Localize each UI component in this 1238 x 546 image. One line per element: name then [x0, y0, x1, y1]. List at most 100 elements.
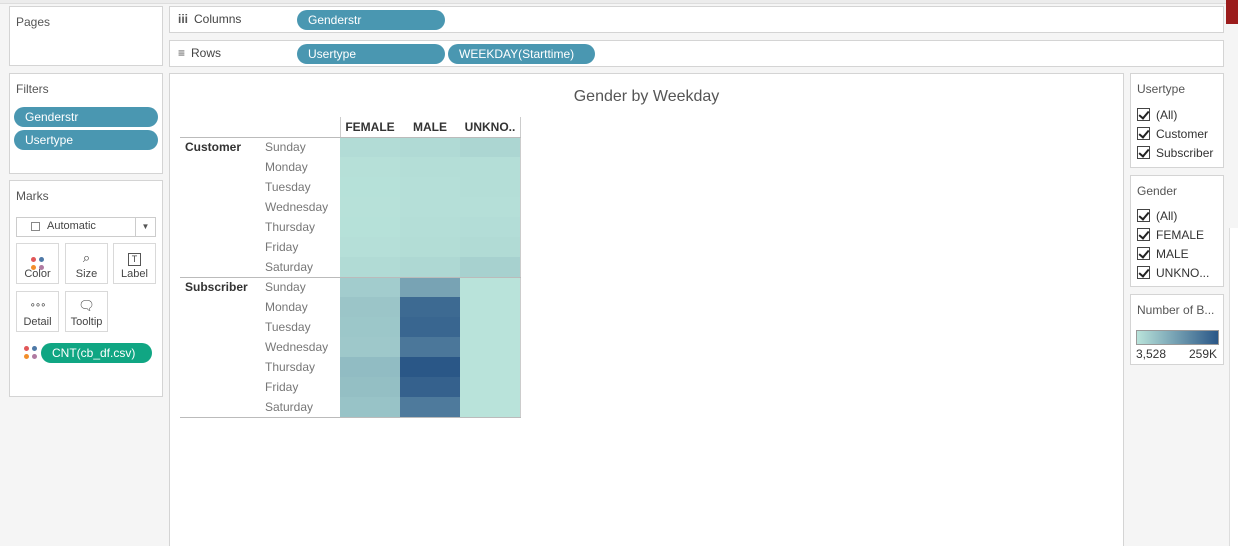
- filter-pill-genderstr[interactable]: Genderstr: [14, 107, 158, 127]
- chevron-down-icon[interactable]: ▼: [135, 218, 155, 236]
- heatmap-cell[interactable]: [400, 257, 460, 277]
- gender-option-all[interactable]: (All): [1137, 209, 1177, 227]
- heatmap-cell[interactable]: [340, 177, 400, 197]
- right-edge-partial-pane: [1229, 228, 1238, 546]
- marks-field-pill[interactable]: CNT(cb_df.csv): [41, 343, 152, 363]
- heatmap-cell[interactable]: [400, 177, 460, 197]
- gender-filter-card[interactable]: Gender (All) FEMALE MALE UNKNO...: [1130, 175, 1224, 287]
- usertype-filter-card[interactable]: Usertype (All) Customer Subscriber: [1130, 73, 1224, 168]
- heatmap-cell[interactable]: [340, 357, 400, 377]
- heatmap-cell[interactable]: [460, 337, 520, 357]
- size-icon: ⌕: [82, 250, 91, 265]
- row-group-customer: Customer: [185, 140, 242, 154]
- row-label-sunday: Sunday: [265, 280, 306, 294]
- heatmap-cell[interactable]: [340, 217, 400, 237]
- heatmap-cell[interactable]: [460, 297, 520, 317]
- heatmap-cell[interactable]: [340, 137, 400, 157]
- heatmap-cell[interactable]: [400, 397, 460, 417]
- heatmap-cell[interactable]: [400, 237, 460, 257]
- label-button-label: Label: [121, 268, 148, 280]
- columns-shelf[interactable]: iii Columns Genderstr: [169, 6, 1224, 33]
- row-label-thursday: Thursday: [265, 360, 316, 374]
- heatmap-cell[interactable]: [460, 197, 520, 217]
- checkbox-checked-icon[interactable]: [1137, 127, 1150, 140]
- mark-type-dropdown[interactable]: Automatic ▼: [16, 217, 156, 237]
- heatmap-cell[interactable]: [340, 237, 400, 257]
- heatmap-cell[interactable]: [400, 157, 460, 177]
- rows-pill-usertype[interactable]: Usertype: [297, 44, 445, 64]
- heatmap-cell[interactable]: [460, 137, 520, 157]
- usertype-option-all[interactable]: (All): [1137, 108, 1177, 126]
- heatmap-cell[interactable]: [460, 397, 520, 417]
- heatmap-cell[interactable]: [400, 217, 460, 237]
- heatmap-cell[interactable]: [340, 277, 400, 297]
- heatmap-cell[interactable]: [400, 317, 460, 337]
- checkbox-checked-icon[interactable]: [1137, 108, 1150, 121]
- heatmap-cell[interactable]: [400, 137, 460, 157]
- color-gradient-bar: [1136, 330, 1219, 345]
- gender-option-male[interactable]: MALE: [1137, 247, 1189, 265]
- rows-shelf[interactable]: ≡ Rows Usertype WEEKDAY(Starttime): [169, 40, 1224, 67]
- tooltip-button[interactable]: 🗨 Tooltip: [65, 291, 108, 332]
- detail-button-label: Detail: [23, 316, 52, 328]
- checkbox-checked-icon[interactable]: [1137, 146, 1150, 159]
- heatmap-cell[interactable]: [340, 257, 400, 277]
- mark-type-icon: [31, 222, 40, 231]
- column-header-male: MALE: [413, 120, 447, 134]
- heatmap-cell[interactable]: [460, 157, 520, 177]
- heatmap-cell[interactable]: [460, 237, 520, 257]
- heatmap-cell[interactable]: [400, 297, 460, 317]
- checkbox-checked-icon[interactable]: [1137, 266, 1150, 279]
- heatmap-cell[interactable]: [340, 317, 400, 337]
- heatmap-cell[interactable]: [400, 377, 460, 397]
- detail-button[interactable]: ∘∘∘ Detail: [16, 291, 59, 332]
- tooltip-icon: 🗨: [78, 298, 95, 313]
- heatmap-cell[interactable]: [460, 277, 520, 297]
- rows-pill-weekday[interactable]: WEEKDAY(Starttime): [448, 44, 595, 64]
- pages-panel[interactable]: Pages: [9, 6, 163, 66]
- heatmap-cell[interactable]: [340, 397, 400, 417]
- color-button[interactable]: Color: [16, 243, 59, 284]
- filters-panel[interactable]: Filters Genderstr Usertype: [9, 73, 163, 174]
- right-edge-accent: [1226, 0, 1238, 24]
- usertype-option-customer[interactable]: Customer: [1137, 127, 1208, 145]
- heatmap-cell[interactable]: [460, 377, 520, 397]
- checkbox-checked-icon[interactable]: [1137, 247, 1150, 260]
- heatmap-cell[interactable]: [460, 177, 520, 197]
- columns-pill-genderstr[interactable]: Genderstr: [297, 10, 445, 30]
- heatmap-cell[interactable]: [340, 377, 400, 397]
- header-rule: [180, 137, 521, 138]
- row-label-thursday: Thursday: [265, 220, 316, 234]
- row-label-friday: Friday: [265, 380, 299, 394]
- field-color-icon: [24, 346, 37, 359]
- heatmap-cell[interactable]: [460, 217, 520, 237]
- gender-option-female[interactable]: FEMALE: [1137, 228, 1204, 246]
- color-legend-card[interactable]: Number of B... 3,528 259K: [1130, 294, 1224, 365]
- row-label-tuesday: Tuesday: [265, 320, 311, 334]
- heatmap-cell[interactable]: [460, 257, 520, 277]
- checkbox-checked-icon[interactable]: [1137, 209, 1150, 222]
- usertype-option-subscriber[interactable]: Subscriber: [1137, 146, 1213, 164]
- label-button[interactable]: T Label: [113, 243, 156, 284]
- heatmap-cell[interactable]: [400, 337, 460, 357]
- heatmap-cell[interactable]: [340, 197, 400, 217]
- heatmap-cell[interactable]: [460, 357, 520, 377]
- color-legend-min: 3,528: [1136, 347, 1167, 361]
- heatmap-cell[interactable]: [400, 277, 460, 297]
- heatmap-cell[interactable]: [340, 337, 400, 357]
- label-icon: T: [114, 248, 155, 268]
- row-label-friday: Friday: [265, 240, 299, 254]
- row-label-saturday: Saturday: [265, 260, 314, 274]
- heatmap-cell[interactable]: [340, 157, 400, 177]
- filter-pill-usertype[interactable]: Usertype: [14, 130, 158, 150]
- row-label-sunday: Sunday: [265, 140, 306, 154]
- heatmap-cell[interactable]: [400, 357, 460, 377]
- heatmap-cell[interactable]: [340, 297, 400, 317]
- heatmap-cell[interactable]: [460, 317, 520, 337]
- heatmap-cell[interactable]: [400, 197, 460, 217]
- gender-option-unknown[interactable]: UNKNO...: [1137, 266, 1209, 284]
- columns-label-text: Columns: [194, 12, 242, 26]
- checkbox-checked-icon[interactable]: [1137, 228, 1150, 241]
- column-header-female: FEMALE: [345, 120, 395, 134]
- size-button[interactable]: ⌕ Size: [65, 243, 108, 284]
